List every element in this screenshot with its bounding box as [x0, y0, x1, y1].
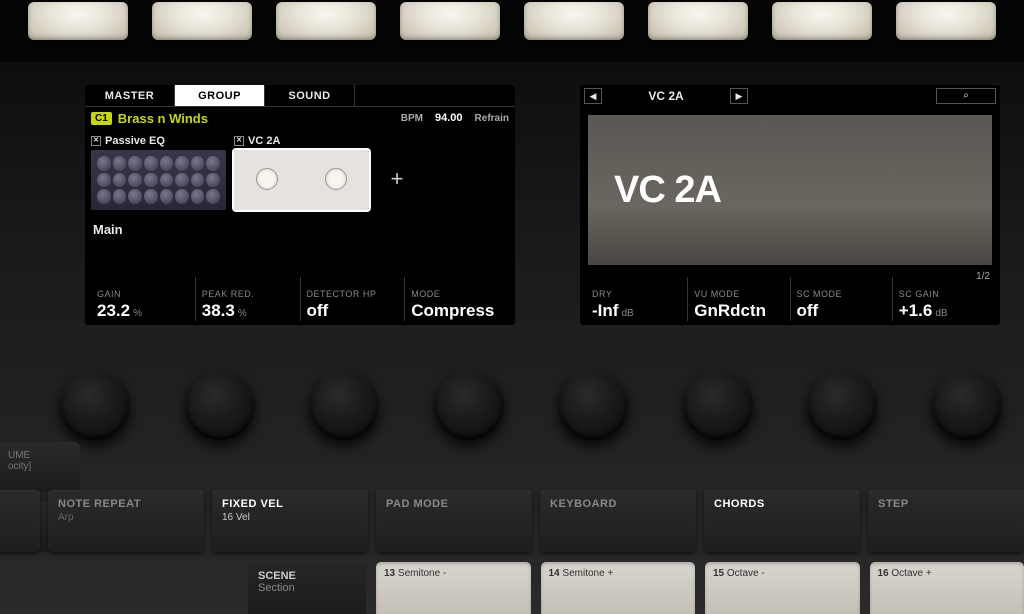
plugin-power-icon[interactable]: ✕	[234, 136, 244, 146]
param-section-label: Main	[85, 216, 515, 237]
knob-6[interactable]	[683, 370, 753, 440]
top-button-8[interactable]	[896, 2, 996, 40]
chords-button[interactable]: CHORDS	[704, 490, 860, 552]
search-button[interactable]: ⌕	[936, 88, 996, 104]
plugin-1-thumbnail	[91, 150, 226, 210]
plugin-slot-1[interactable]: ✕ Passive EQ	[91, 135, 226, 210]
plugin-2-name: VC 2A	[248, 135, 280, 147]
pad-16[interactable]: 16 Octave +	[870, 562, 1024, 614]
top-button-2[interactable]	[152, 2, 252, 40]
param-sc-gain[interactable]: SC GAIN +1.6dB	[892, 277, 994, 321]
bpm-label: BPM	[401, 113, 423, 124]
note-repeat-button[interactable]	[0, 490, 40, 552]
pad-mode-button[interactable]: PAD MODE	[376, 490, 532, 552]
preview-title: VC 2A	[614, 169, 721, 212]
keyboard-button[interactable]: KEYBOARD	[540, 490, 696, 552]
knob-3[interactable]	[309, 370, 379, 440]
knob-5[interactable]	[558, 370, 628, 440]
knob-row	[60, 370, 1002, 440]
pattern-name: Refrain	[475, 113, 509, 124]
next-preset-button[interactable]: ▶	[730, 88, 748, 104]
plugin-2-thumbnail	[234, 150, 369, 210]
tab-sound[interactable]: SOUND	[265, 85, 355, 106]
prev-preset-button[interactable]: ◀	[584, 88, 602, 104]
track-name: Brass n Winds	[118, 111, 395, 126]
track-index-badge: C1	[91, 112, 112, 125]
scene-button[interactable]: SCENE Section	[248, 562, 366, 614]
browser-title: VC 2A	[606, 89, 726, 103]
top-button-3[interactable]	[276, 2, 376, 40]
note-repeat-button[interactable]: NOTE REPEAT Arp	[48, 490, 204, 552]
step-button[interactable]: STEP	[868, 490, 1024, 552]
param-sc-mode[interactable]: SC MODE off	[790, 277, 892, 321]
right-screen: ◀ VC 2A ▶ ⌕ VC 2A 1/2 DRY -InfdB VU MODE…	[580, 85, 1000, 325]
top-button-row	[0, 0, 1024, 62]
knob-7[interactable]	[807, 370, 877, 440]
pad-row: SCENE Section 13 Semitone - 14 Semitone …	[248, 562, 1024, 614]
top-button-5[interactable]	[524, 2, 624, 40]
bpm-value[interactable]: 94.00	[435, 112, 463, 124]
param-vu-mode[interactable]: VU MODE GnRdctn	[687, 277, 789, 321]
pad-14[interactable]: 14 Semitone +	[541, 562, 696, 614]
param-row-left: GAIN 23.2% PEAK RED. 38.3% DETECTOR HP o…	[85, 277, 515, 325]
tab-group[interactable]: GROUP	[175, 85, 265, 106]
knob-2[interactable]	[185, 370, 255, 440]
param-mode[interactable]: MODE Compress	[404, 277, 509, 321]
top-button-1[interactable]	[28, 2, 128, 40]
add-plugin-button[interactable]: +	[377, 147, 417, 210]
top-button-6[interactable]	[648, 2, 748, 40]
knob-4[interactable]	[434, 370, 504, 440]
top-button-7[interactable]	[772, 2, 872, 40]
scope-tabs: MASTER GROUP SOUND	[85, 85, 515, 107]
param-detector-hp[interactable]: DETECTOR HP off	[300, 277, 405, 321]
left-screen: MASTER GROUP SOUND C1 Brass n Winds BPM …	[85, 85, 515, 325]
knob-1[interactable]	[60, 370, 130, 440]
param-peak-red[interactable]: PEAK RED. 38.3%	[195, 277, 300, 321]
plugin-slot-2[interactable]: ✕ VC 2A	[234, 135, 369, 210]
param-gain[interactable]: GAIN 23.2%	[91, 277, 195, 321]
plugin-1-name: Passive EQ	[105, 135, 165, 147]
volume-button[interactable]: UME ocity]	[0, 442, 80, 492]
fixed-vel-button[interactable]: FIXED VEL 16 Vel	[212, 490, 368, 552]
param-dry[interactable]: DRY -InfdB	[586, 277, 687, 321]
tab-master[interactable]: MASTER	[85, 85, 175, 106]
plugin-chain: ✕ Passive EQ ✕ VC 2A	[85, 129, 515, 216]
mode-button-row: NOTE REPEAT Arp FIXED VEL 16 Vel PAD MOD…	[0, 490, 1024, 552]
knob-8[interactable]	[932, 370, 1002, 440]
browser-header: ◀ VC 2A ▶ ⌕	[580, 85, 1000, 107]
search-icon: ⌕	[963, 90, 969, 101]
pad-13[interactable]: 13 Semitone -	[376, 562, 531, 614]
param-row-right: DRY -InfdB VU MODE GnRdctn SC MODE off S…	[580, 277, 1000, 325]
plugin-preview: VC 2A	[588, 115, 992, 265]
plugin-power-icon[interactable]: ✕	[91, 136, 101, 146]
top-button-4[interactable]	[400, 2, 500, 40]
track-info-row: C1 Brass n Winds BPM 94.00 Refrain	[85, 107, 515, 129]
pad-15[interactable]: 15 Octave -	[705, 562, 860, 614]
